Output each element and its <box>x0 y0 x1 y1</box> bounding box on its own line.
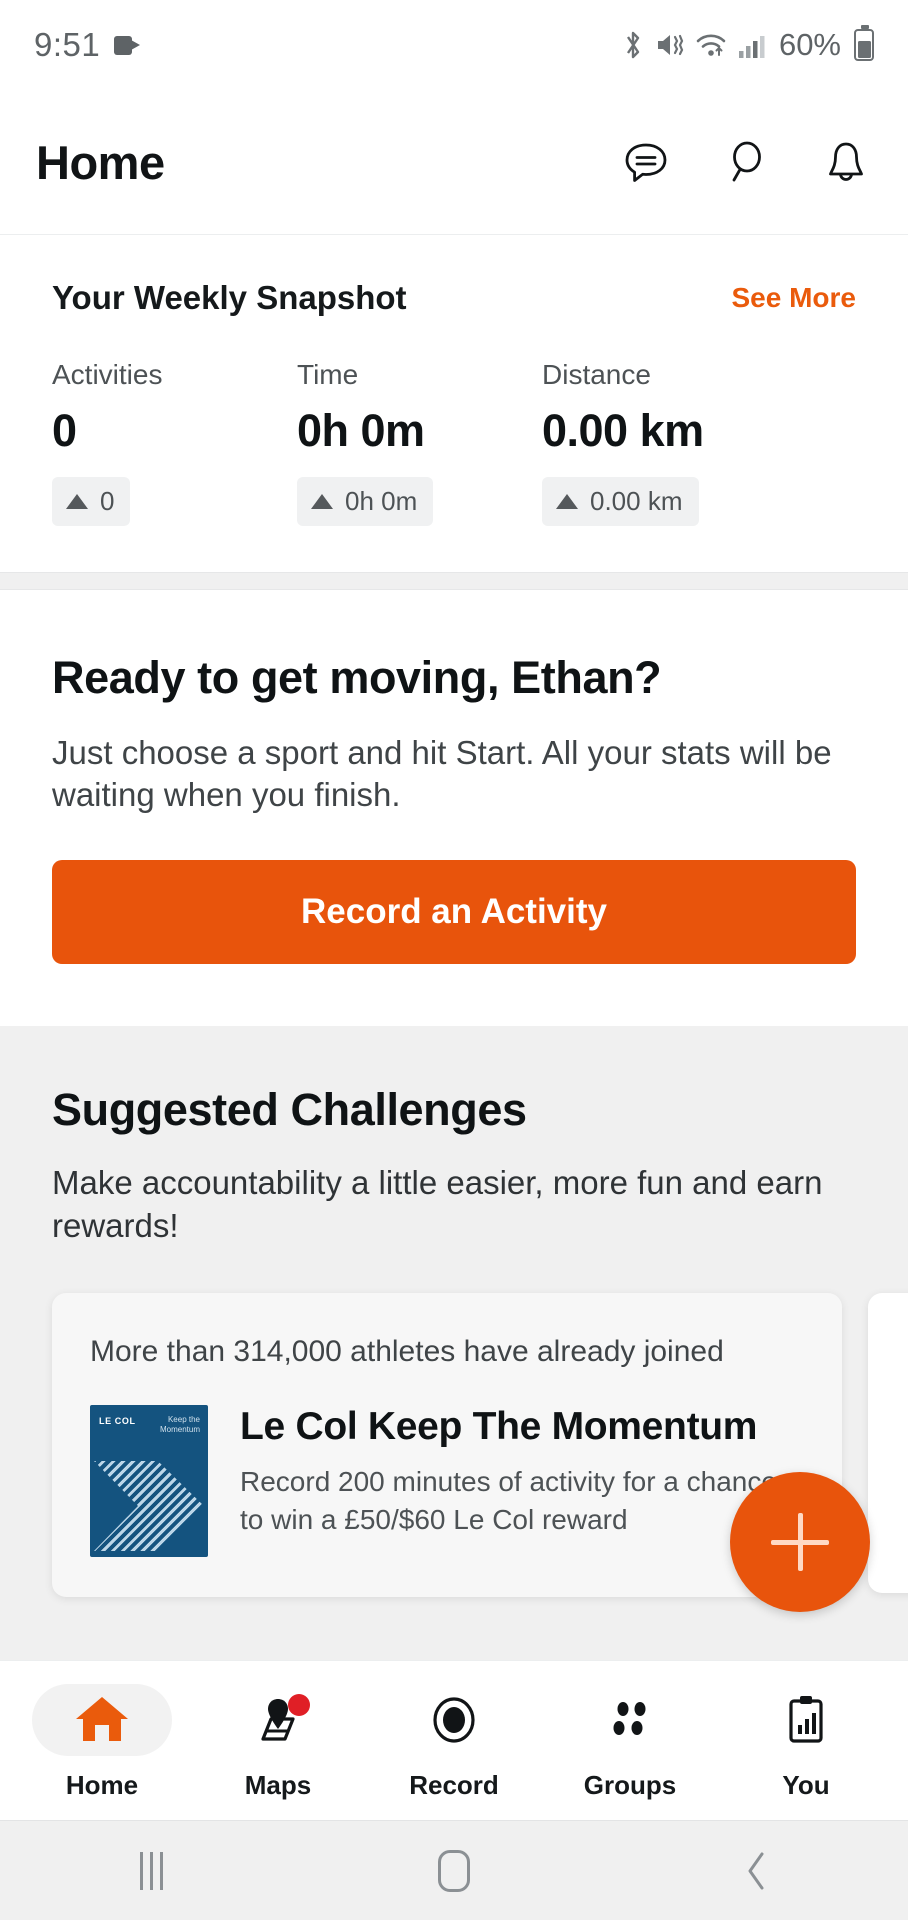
triangle-up-icon <box>311 494 333 509</box>
challenges-heading: Suggested Challenges <box>52 1084 527 1136</box>
stat-delta-chip: 0.00 km <box>542 477 699 526</box>
page-title: Home <box>36 135 165 189</box>
battery-percent-label: 60% <box>778 27 841 62</box>
stat-activities: Activities 0 0 <box>52 359 297 526</box>
app-header: Home <box>0 90 908 235</box>
search-icon[interactable] <box>720 136 772 188</box>
challenge-joined-count: More than 314,000 athletes have already … <box>90 1334 724 1368</box>
video-recording-icon <box>114 35 141 55</box>
nav-label-you: You <box>782 1770 830 1800</box>
back-chevron-icon[interactable] <box>605 1848 908 1894</box>
clipboard-chart-icon <box>789 1696 823 1743</box>
android-system-nav <box>0 1820 908 1920</box>
stat-delta-value: 0.00 km <box>590 486 683 516</box>
challenge-title: Le Col Keep The Momentum <box>240 1404 758 1448</box>
challenges-subheading: Make accountability a little easier, mor… <box>52 1164 823 1244</box>
stat-delta-chip: 0h 0m <box>297 477 434 526</box>
header-actions <box>620 136 872 188</box>
stat-delta-chip: 0 <box>52 477 131 526</box>
battery-icon <box>854 25 874 61</box>
nav-icon-wrap-maps <box>208 1684 348 1756</box>
nav-icon-wrap-record <box>384 1684 524 1756</box>
wifi-icon <box>696 34 726 56</box>
nav-label-groups: Groups <box>583 1770 677 1800</box>
add-activity-fab[interactable] <box>730 1472 870 1612</box>
challenge-text-block: Le Col Keep The Momentum Record 200 minu… <box>240 1405 804 1557</box>
challenge-thumbnail: LE COL Keep the Momentum <box>90 1404 208 1557</box>
nav-item-maps[interactable]: Maps <box>190 1680 366 1801</box>
stat-distance: Distance 0.00 km 0.00 km <box>542 359 704 526</box>
challenge-card-next-peek[interactable] <box>868 1292 908 1593</box>
triangle-up-icon <box>66 494 88 509</box>
stat-delta-value: 0 <box>100 486 115 516</box>
bottom-navigation: Home Maps Record Groups You <box>0 1660 908 1820</box>
bluetooth-icon <box>626 31 640 59</box>
nav-label-record: Record <box>409 1770 499 1800</box>
stat-label: Distance <box>542 359 651 390</box>
snapshot-title: Your Weekly Snapshot <box>52 279 407 316</box>
status-bar-right: 60% <box>621 25 874 63</box>
nav-item-you[interactable]: You <box>718 1680 894 1801</box>
nav-icon-wrap-you <box>736 1684 876 1756</box>
nav-item-record[interactable]: Record <box>366 1680 542 1801</box>
stat-delta-value: 0h 0m <box>345 486 418 516</box>
triangle-up-icon <box>556 494 578 509</box>
nav-item-home[interactable]: Home <box>14 1680 190 1801</box>
ready-to-move-section: Ready to get moving, Ethan? Just choose … <box>0 590 908 1027</box>
snapshot-stats-row: Activities 0 0 Time 0h 0m 0h 0m Distance… <box>52 359 856 526</box>
ready-body-text: Just choose a sport and hit Start. All y… <box>52 734 832 814</box>
stat-value: 0 <box>52 405 77 456</box>
home-icon <box>76 1697 128 1741</box>
nav-icon-wrap-groups <box>560 1684 700 1756</box>
recents-icon[interactable] <box>0 1851 303 1890</box>
record-activity-button[interactable]: Record an Activity <box>52 860 856 965</box>
chevron-graphic <box>94 1460 204 1551</box>
see-more-link[interactable]: See More <box>732 282 857 314</box>
home-pill-icon[interactable] <box>303 1849 606 1892</box>
cellular-signal-icon <box>738 36 765 58</box>
weekly-snapshot-section: Your Weekly Snapshot See More Activities… <box>0 235 908 572</box>
thumbnail-tagline: Keep the Momentum <box>159 1414 200 1434</box>
add-plus-icon-vertical <box>797 1513 803 1571</box>
record-circle-icon <box>433 1697 475 1743</box>
status-time: 9:51 <box>34 26 101 63</box>
nav-icon-wrap-home <box>32 1684 172 1756</box>
challenge-card[interactable]: More than 314,000 athletes have already … <box>52 1292 842 1597</box>
stat-value: 0.00 km <box>542 405 704 456</box>
nav-label-maps: Maps <box>244 1770 312 1800</box>
snapshot-header: Your Weekly Snapshot See More <box>52 279 856 317</box>
groups-dots-icon <box>613 1702 646 1735</box>
status-bar-left: 9:51 <box>34 26 141 64</box>
thumbnail-brand-label: LE COL <box>99 1415 136 1426</box>
nav-label-home: Home <box>65 1770 139 1800</box>
ready-heading: Ready to get moving, Ethan? <box>52 652 662 703</box>
status-bar: 9:51 60% <box>0 0 908 90</box>
section-divider <box>0 572 908 590</box>
stat-label: Activities <box>52 359 163 390</box>
nav-item-groups[interactable]: Groups <box>542 1680 718 1801</box>
phone-screen: 9:51 60% Home Your Weekly Snapshot See M… <box>0 0 908 1920</box>
stat-value: 0h 0m <box>297 405 425 456</box>
notifications-bell-icon[interactable] <box>820 136 872 188</box>
messages-icon[interactable] <box>620 136 672 188</box>
stat-time: Time 0h 0m 0h 0m <box>297 359 542 526</box>
challenge-card-body: LE COL Keep the Momentum Le Col Keep The… <box>90 1404 804 1557</box>
maps-notification-badge <box>288 1694 310 1716</box>
stat-label: Time <box>297 359 359 390</box>
mute-vibrate-icon <box>657 34 684 56</box>
suggested-challenges-section: Suggested Challenges Make accountability… <box>0 1026 908 1660</box>
challenge-description: Record 200 minutes of activity for a cha… <box>240 1466 777 1535</box>
